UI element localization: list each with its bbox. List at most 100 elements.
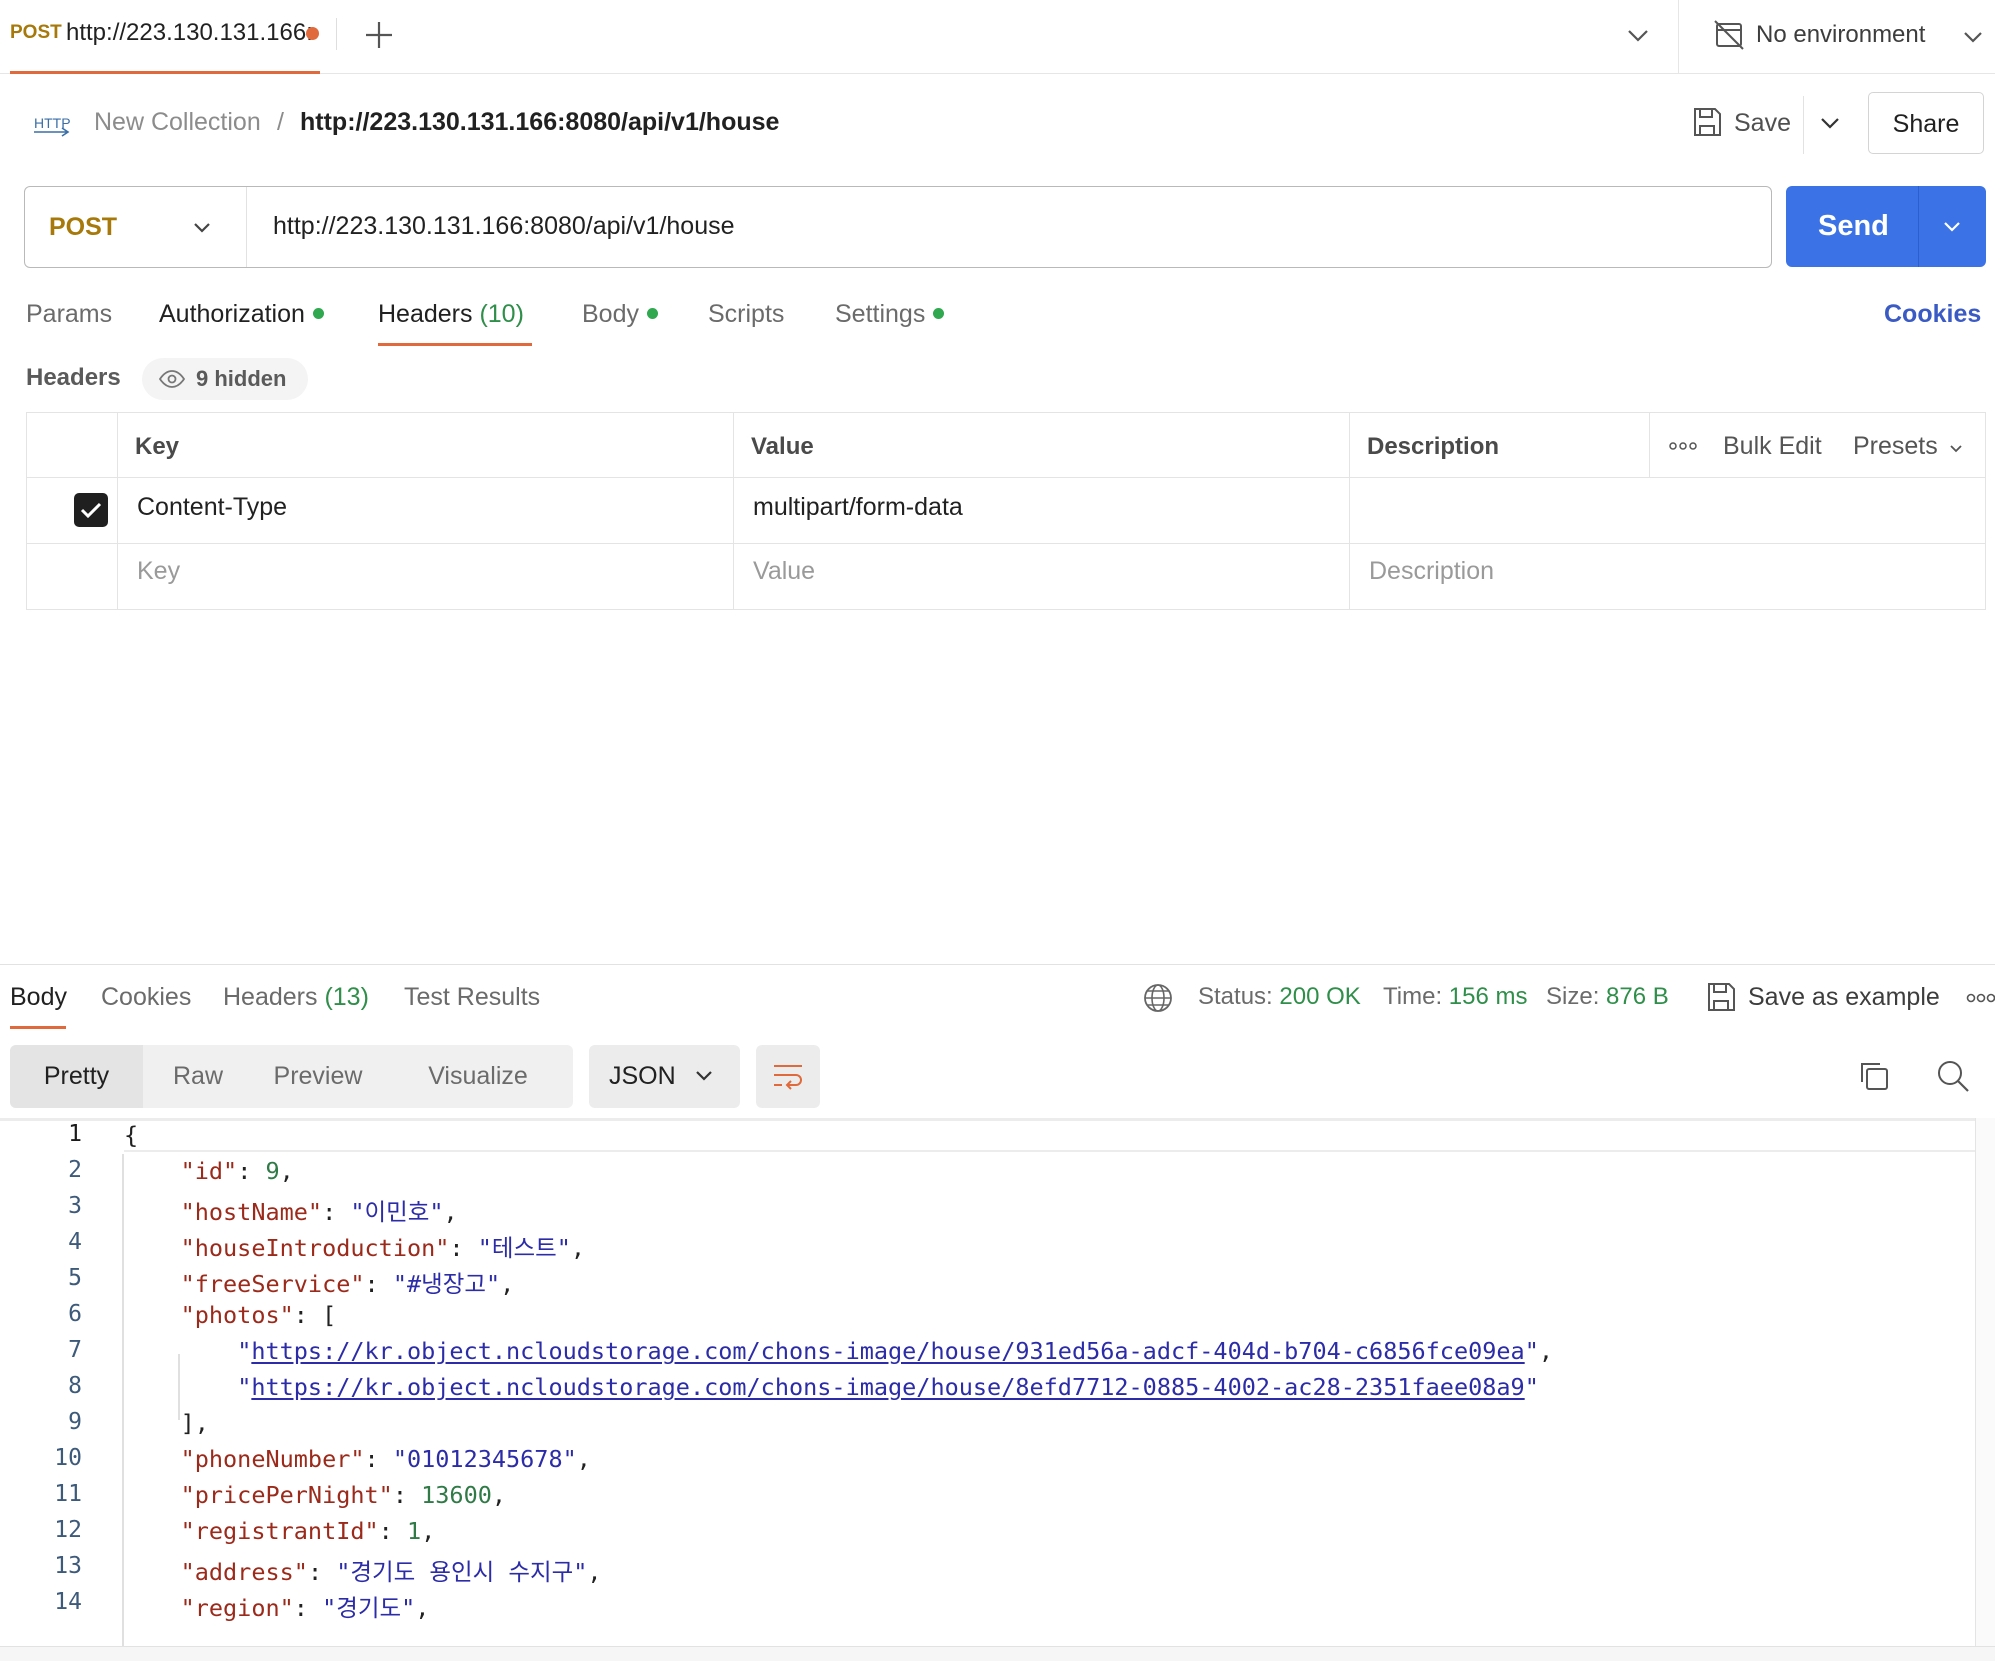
code-line: "address": "경기도 용인시 수지구", — [180, 1558, 602, 1586]
view-pretty[interactable]: Pretty — [10, 1045, 143, 1108]
tab-params[interactable]: Params — [26, 300, 112, 329]
chevron-down-icon — [1950, 445, 1962, 453]
editor-border — [0, 1118, 1975, 1121]
column-header-description: Description — [1367, 433, 1500, 460]
column-divider — [117, 413, 118, 609]
status-dot — [646, 307, 658, 319]
more-icon[interactable] — [1966, 984, 1995, 1012]
status-label: Status: — [1198, 983, 1273, 1010]
headers-table: Key Value Description Bulk Edit Presets … — [26, 412, 1986, 610]
line-number: 6 — [68, 1301, 82, 1327]
search-button[interactable] — [1935, 1058, 1971, 1094]
column-divider — [1349, 413, 1350, 609]
headers-title: Headers — [26, 364, 121, 391]
tab-settings[interactable]: Settings — [835, 300, 945, 329]
column-divider — [1649, 413, 1650, 477]
new-description-input[interactable]: Description — [1369, 557, 1494, 586]
status-bar — [0, 1646, 1995, 1661]
header-value-cell[interactable]: multipart/form-data — [753, 493, 963, 522]
view-raw[interactable]: Raw — [143, 1045, 253, 1108]
response-tab-body[interactable]: Body — [10, 983, 67, 1012]
breadcrumb-collection[interactable]: New Collection — [94, 108, 261, 137]
code-line: "registrantId": 1, — [180, 1517, 436, 1545]
view-visualize[interactable]: Visualize — [383, 1045, 573, 1108]
presets-label: Presets — [1853, 432, 1938, 460]
response-tab-headers[interactable]: Headers (13) — [223, 983, 369, 1012]
method-select[interactable]: POST — [25, 187, 247, 267]
new-value-input[interactable]: Value — [753, 557, 815, 586]
save-icon — [1708, 983, 1735, 1011]
wrap-lines-toggle[interactable] — [756, 1045, 820, 1108]
request-tab[interactable]: POST http://223.130.131.166: — [0, 0, 338, 74]
tab-headers[interactable]: Headers (10) — [378, 300, 524, 329]
tab-label: Authorization — [159, 300, 305, 328]
globe-icon[interactable] — [1142, 982, 1174, 1014]
view-preview[interactable]: Preview — [253, 1045, 383, 1108]
size-info: Size: 876 B — [1546, 983, 1669, 1011]
photo-link[interactable]: https://kr.object.ncloudstorage.com/chon… — [251, 1373, 1524, 1401]
tabs-overflow-button[interactable] — [1618, 16, 1658, 56]
send-button[interactable]: Send — [1786, 186, 1986, 267]
line-number: 5 — [68, 1265, 82, 1291]
request-name[interactable]: http://223.130.131.166:8080/api/v1/house — [300, 108, 779, 137]
line-number: 8 — [68, 1373, 82, 1399]
code-line: "https://kr.object.ncloudstorage.com/cho… — [237, 1337, 1553, 1365]
tab-label: Scripts — [708, 300, 785, 328]
save-as-example-button[interactable]: Save as example — [1702, 978, 1942, 1018]
method-label: POST — [49, 213, 118, 241]
save-button[interactable]: Save — [1686, 98, 1796, 148]
share-button[interactable]: Share — [1868, 92, 1984, 154]
active-tab-indicator — [10, 71, 320, 74]
response-body-editor[interactable]: 1 2 3 4 5 6 7 8 9 10 11 12 13 14 { "id":… — [0, 1118, 1995, 1650]
tab-authorization[interactable]: Authorization — [159, 300, 324, 329]
tab-scripts[interactable]: Scripts — [708, 300, 784, 329]
editor-scrollbar[interactable] — [1975, 1118, 1995, 1648]
line-number: 14 — [54, 1589, 82, 1615]
new-key-input[interactable]: Key — [137, 557, 180, 586]
url-bar: POST http://223.130.131.166:8080/api/v1/… — [24, 186, 1772, 268]
code-line: "phoneNumber": "01012345678", — [180, 1445, 591, 1473]
environment-selector[interactable]: No environment — [1706, 12, 1995, 62]
send-menu-button[interactable] — [1919, 186, 1986, 267]
request-tab-bar: POST http://223.130.131.166: No environm… — [0, 0, 1995, 74]
line-number: 11 — [54, 1481, 82, 1507]
copy-icon — [1861, 1063, 1888, 1090]
chevron-down-icon — [1821, 118, 1839, 129]
breadcrumb-separator: / — [277, 108, 284, 136]
current-line-highlight — [124, 1150, 1975, 1152]
response-tab-test-results[interactable]: Test Results — [404, 983, 540, 1012]
tab-label: Headers — [223, 983, 318, 1011]
column-header-value: Value — [751, 433, 814, 460]
line-number: 12 — [54, 1517, 82, 1543]
save-divider — [1803, 96, 1804, 154]
header-key-cell[interactable]: Content-Type — [137, 493, 287, 522]
tab-count: (13) — [324, 983, 369, 1011]
code-line: "https://kr.object.ncloudstorage.com/cho… — [237, 1373, 1539, 1401]
presets-button[interactable]: Presets — [1853, 432, 1938, 461]
tab-body[interactable]: Body — [582, 300, 658, 329]
photo-link[interactable]: https://kr.object.ncloudstorage.com/chon… — [251, 1337, 1524, 1365]
hidden-headers-toggle[interactable]: 9 hidden — [142, 358, 308, 400]
active-tab-indicator — [378, 343, 532, 346]
bulk-edit-button[interactable]: Bulk Edit — [1723, 432, 1822, 461]
code-line: "id": 9, — [180, 1157, 294, 1185]
more-icon[interactable] — [1669, 441, 1697, 451]
response-tab-cookies[interactable]: Cookies — [101, 983, 191, 1012]
copy-button[interactable] — [1856, 1058, 1892, 1094]
new-tab-button[interactable] — [358, 14, 400, 56]
save-menu-button[interactable] — [1810, 100, 1850, 146]
status-dot — [312, 307, 324, 319]
format-label: JSON — [609, 1062, 676, 1090]
save-example-label: Save as example — [1748, 983, 1940, 1011]
header-enabled-checkbox[interactable] — [74, 493, 108, 527]
column-header-key: Key — [135, 433, 180, 460]
url-input[interactable]: http://223.130.131.166:8080/api/v1/house — [273, 212, 735, 241]
column-divider — [733, 413, 734, 609]
environment-label: No environment — [1756, 21, 1926, 48]
cookies-link[interactable]: Cookies — [1884, 300, 1981, 329]
http-icon: HTTP — [32, 108, 72, 140]
code-line: "photos": [ — [180, 1301, 337, 1329]
status-dot — [933, 307, 945, 319]
code-line: "houseIntroduction": "테스트", — [180, 1234, 586, 1262]
format-select[interactable]: JSON — [589, 1045, 740, 1108]
